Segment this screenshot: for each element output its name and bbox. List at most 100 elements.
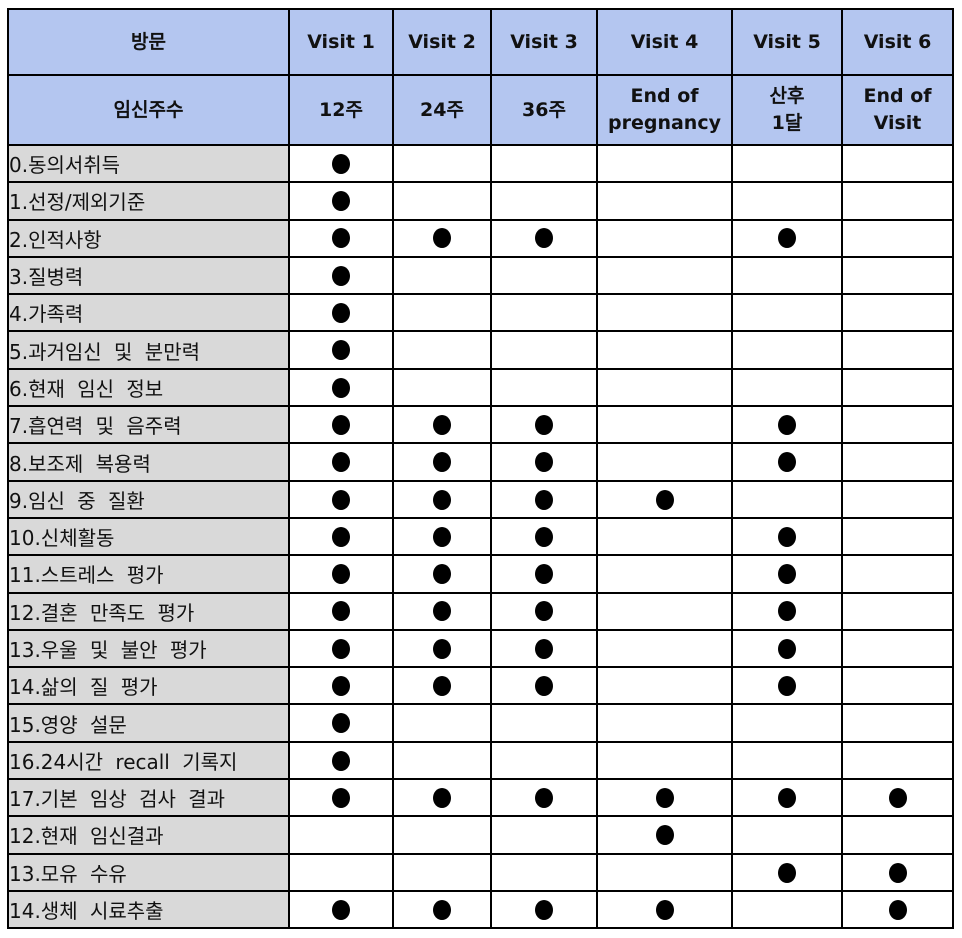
visit-5-cell xyxy=(731,143,843,184)
filled-circle-icon xyxy=(535,899,553,920)
visit-2-cell xyxy=(392,628,492,669)
filled-circle-icon xyxy=(332,564,350,585)
visit-4-cell xyxy=(596,778,733,818)
table-row: 13.우울 및 불안 평가 xyxy=(7,628,954,669)
filled-circle-icon xyxy=(888,899,907,920)
row-label: 14.생체 시료추출 xyxy=(7,889,290,930)
row-label: 0.동의서취득 xyxy=(7,143,290,184)
visit-1-cell xyxy=(288,740,394,781)
visit-1-cell xyxy=(288,330,394,370)
visit-1-cell xyxy=(288,255,394,296)
filled-circle-icon xyxy=(332,153,350,174)
visit-3-cell xyxy=(490,516,598,557)
visit-3-cell xyxy=(490,666,598,706)
visit-2-cell xyxy=(392,293,492,333)
header-timepoint-6: End of Visit xyxy=(841,74,954,146)
visit-1-cell xyxy=(288,143,394,184)
filled-circle-icon xyxy=(535,414,553,435)
table-row: 3.질병력 xyxy=(7,255,954,296)
table-row: 12.현재 임신결과 xyxy=(7,815,954,855)
filled-circle-icon xyxy=(778,526,796,547)
header-timepoint-1: 12주 xyxy=(288,74,394,146)
filled-circle-icon xyxy=(778,414,796,435)
visit-4-cell xyxy=(596,591,733,631)
table-row: 15.영양 설문 xyxy=(7,703,954,743)
header-timepoint-3: 36주 xyxy=(490,74,598,146)
visit-4-cell xyxy=(596,255,733,296)
table-row: 6.현재 임신 정보 xyxy=(7,367,954,408)
filled-circle-icon xyxy=(778,862,796,883)
visit-1-cell xyxy=(288,405,394,445)
visit-3-cell xyxy=(490,852,598,892)
visit-6-cell xyxy=(841,442,954,482)
visit-2-cell xyxy=(392,479,492,519)
visit-2-cell xyxy=(392,143,492,184)
visit-5-cell xyxy=(731,218,843,258)
visit-1-cell xyxy=(288,778,394,818)
visit-6-cell xyxy=(841,740,954,781)
visit-5-cell xyxy=(731,889,843,930)
visit-3-cell xyxy=(490,367,598,408)
visit-1-cell xyxy=(288,181,394,221)
visit-2-cell xyxy=(392,218,492,258)
filled-circle-icon xyxy=(535,564,553,585)
filled-circle-icon xyxy=(778,787,796,808)
filled-circle-icon xyxy=(332,638,350,659)
visit-2-cell xyxy=(392,740,492,781)
header-visit-2: Visit 2 xyxy=(392,8,492,76)
visit-4-cell xyxy=(596,889,733,930)
visit-5-cell xyxy=(731,293,843,333)
row-label: 15.영양 설문 xyxy=(7,703,290,743)
filled-circle-icon xyxy=(332,750,350,771)
visit-3-cell xyxy=(490,143,598,184)
filled-circle-icon xyxy=(332,228,350,249)
row-label: 1.선정/제외기준 xyxy=(7,181,290,221)
visit-1-cell xyxy=(288,479,394,519)
filled-circle-icon xyxy=(332,377,350,398)
visit-3-cell xyxy=(490,889,598,930)
table-row: 8.보조제 복용력 xyxy=(7,442,954,482)
row-label: 12.결혼 만족도 평가 xyxy=(7,591,290,631)
filled-circle-icon xyxy=(433,638,451,659)
visit-1-cell xyxy=(288,815,394,855)
visit-2-cell xyxy=(392,889,492,930)
header-gestation-label: 임신주수 xyxy=(7,74,290,146)
filled-circle-icon xyxy=(535,452,553,473)
visit-4-cell xyxy=(596,181,733,221)
visit-6-cell xyxy=(841,293,954,333)
header-row-gestational-weeks: 임신주수 12주 24주 36주 End of pregnancy 산후 1달 … xyxy=(7,74,954,146)
header-visit-3: Visit 3 xyxy=(490,8,598,76)
visit-4-cell xyxy=(596,479,733,519)
visit-2-cell xyxy=(392,703,492,743)
visit-2-cell xyxy=(392,666,492,706)
visit-5-cell xyxy=(731,703,843,743)
row-label: 11.스트레스 평가 xyxy=(7,554,290,594)
visit-6-cell xyxy=(841,591,954,631)
header-visit-5: Visit 5 xyxy=(731,8,843,76)
filled-circle-icon xyxy=(655,489,674,510)
header-visit-1: Visit 1 xyxy=(288,8,394,76)
visit-3-cell xyxy=(490,815,598,855)
visit-6-cell xyxy=(841,143,954,184)
visit-6-cell xyxy=(841,255,954,296)
table-row: 12.결혼 만족도 평가 xyxy=(7,591,954,631)
filled-circle-icon xyxy=(535,638,553,659)
visit-6-cell xyxy=(841,778,954,818)
table-row: 13.모유 수유 xyxy=(7,852,954,892)
visit-2-cell xyxy=(392,852,492,892)
table-row: 10.신체활동 xyxy=(7,516,954,557)
visit-3-cell xyxy=(490,740,598,781)
visit-2-cell xyxy=(392,554,492,594)
visit-1-cell xyxy=(288,666,394,706)
table-row: 14.삶의 질 평가 xyxy=(7,666,954,706)
visit-5-cell xyxy=(731,666,843,706)
filled-circle-icon xyxy=(535,526,553,547)
table-row: 11.스트레스 평가 xyxy=(7,554,954,594)
row-label: 5.과거임신 및 분만력 xyxy=(7,330,290,370)
visit-5-cell xyxy=(731,740,843,781)
visit-1-cell xyxy=(288,367,394,408)
visit-4-cell xyxy=(596,815,733,855)
visit-2-cell xyxy=(392,815,492,855)
visit-4-cell xyxy=(596,852,733,892)
visit-4-cell xyxy=(596,666,733,706)
